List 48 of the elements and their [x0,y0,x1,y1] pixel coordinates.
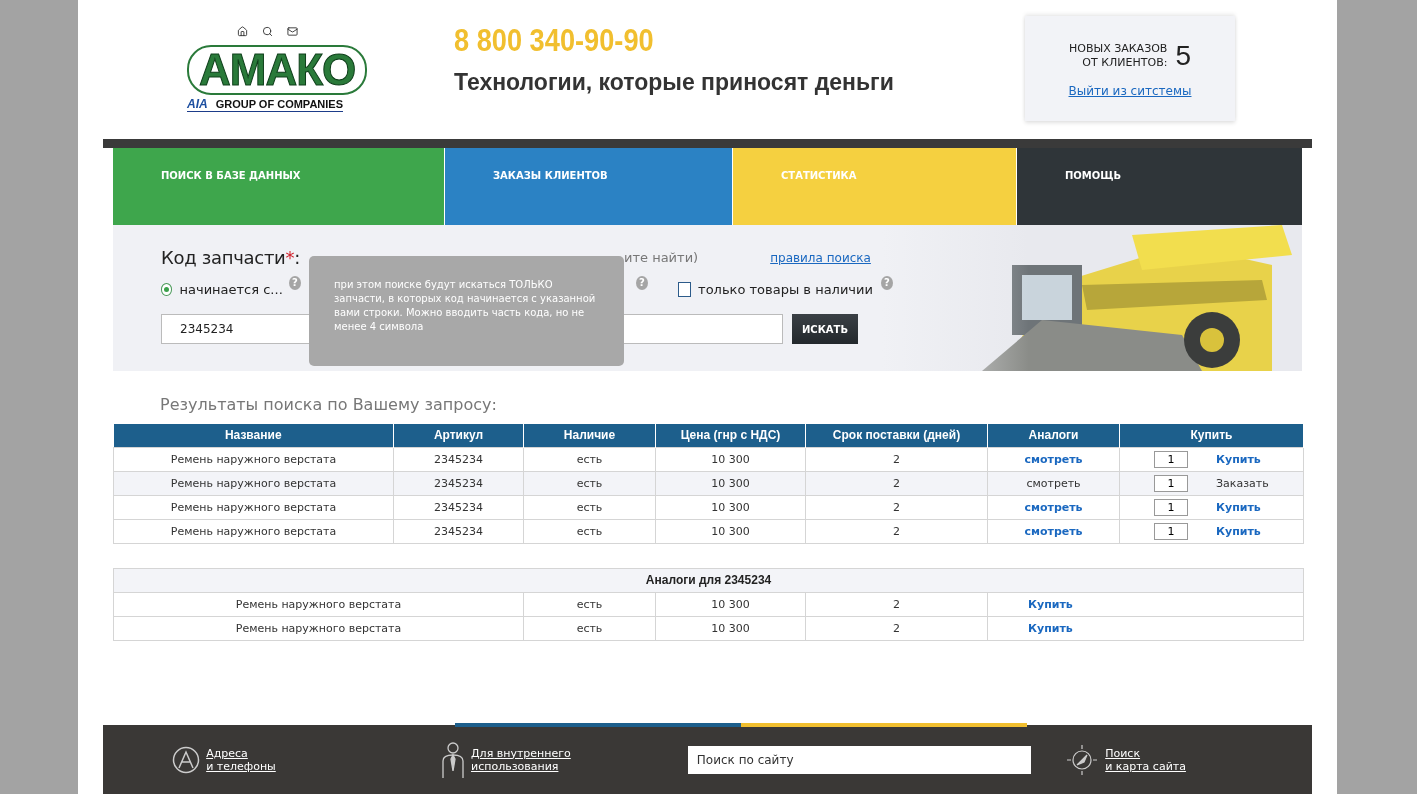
orders-label: ОТ КЛИЕНТОВ: [1082,55,1168,70]
table-cell: Ремень наружного верстата [113,471,394,495]
table-cell: 2 [805,447,988,471]
table-cell: есть [523,495,656,519]
column-header: Купить [1119,424,1304,447]
table-cell: Ремень наружного верстата [113,447,394,471]
column-header: Артикул [393,424,524,447]
table-cell: Ремень наружного верстата [113,519,394,543]
table-cell: 2345234 [393,519,524,543]
tooltip: при этом поиске будут искаться ТОЛЬКО запчасти, в которых код начинается с указанной вами строки. Можно вводить часть кода, но не менее 4 символа [309,256,624,366]
search-hint: ите найти) [624,250,699,265]
table-cell: 2 [805,616,988,640]
table-cell: Ремень наружного верстата [113,592,524,616]
table-cell: есть [523,592,656,616]
column-header: Наличие [523,424,656,447]
orders-label: НОВЫХ ЗАКАЗОВ [1069,41,1168,56]
orders-count: 5 [1175,39,1191,72]
table-cell: 10 300 [655,495,806,519]
column-header: Срок поставки (дней) [805,424,988,447]
table-cell: 2345234 [393,447,524,471]
slogan: Технологии, которые приносят деньги [454,69,895,96]
table-cell: 2 [805,495,988,519]
column-header: Название [113,424,394,447]
logo-word: АМАКО [187,45,368,95]
table-cell: 10 300 [655,616,806,640]
search-title: Код запчасти*: [161,247,300,268]
phone-number: 8 800 340-90-90 [454,22,655,59]
table-cell: 2345234 [393,471,524,495]
analogs-title: Аналоги для 2345234 [113,568,1304,592]
table-cell: 2345234 [393,495,524,519]
table-cell: есть [523,616,656,640]
column-header: Цена (гнр с НДС) [655,424,806,447]
logo-subtitle: GROUP OF COMPANIES [215,98,343,110]
table-cell: 2 [805,519,988,543]
table-cell: есть [523,447,656,471]
table-cell: 2 [805,592,988,616]
table-cell: Ремень наружного верстата [113,616,524,640]
table-cell: 2 [805,471,988,495]
table-cell: Ремень наружного верстата [113,495,394,519]
table-cell: 10 300 [655,592,806,616]
results-title: Результаты поиска по Вашему запросу: [160,395,498,414]
column-header: Аналоги [987,424,1120,447]
table-cell: 10 300 [655,471,806,495]
logo-mark-text: AIA [187,97,208,111]
table-cell: есть [523,471,656,495]
table-cell: 10 300 [655,447,806,471]
table-cell: 10 300 [655,519,806,543]
table-cell: есть [523,519,656,543]
